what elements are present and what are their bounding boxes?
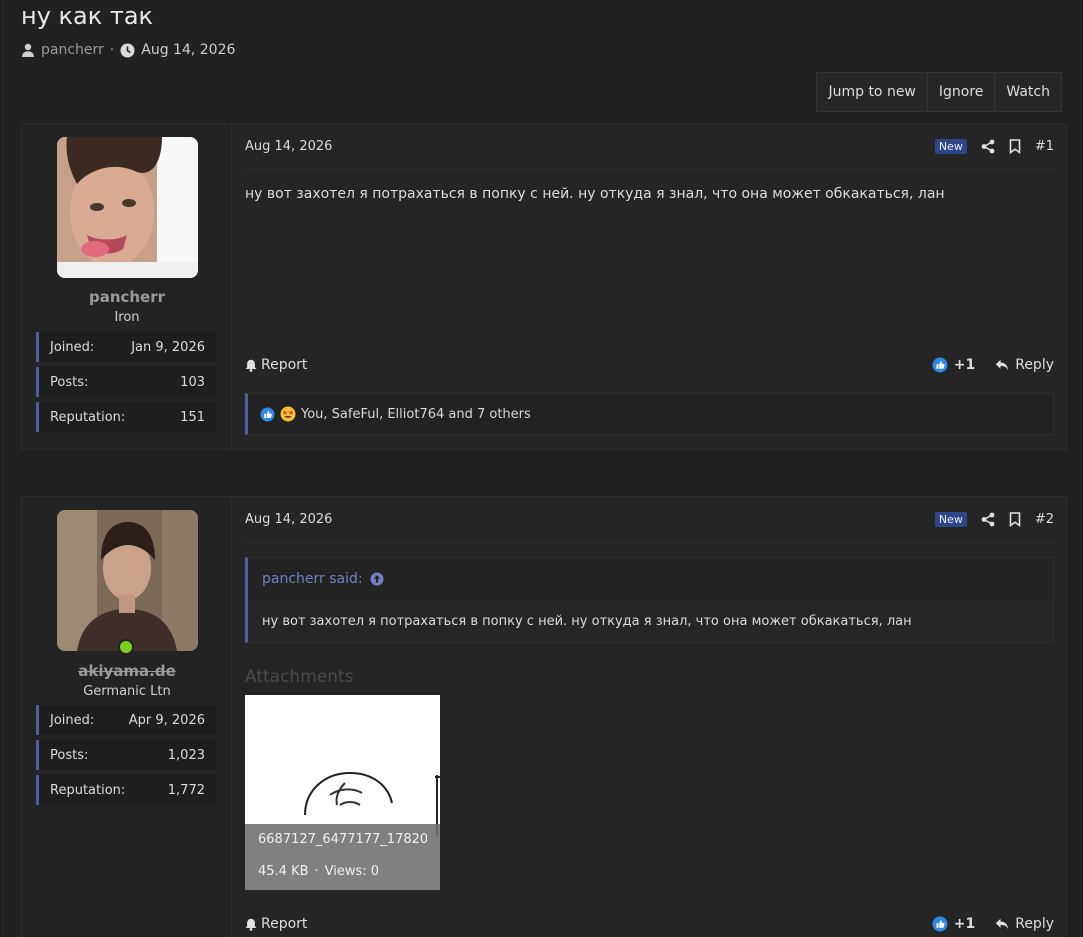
- reactions-text[interactable]: You, SafeFul, Elliot764 and 7 others: [301, 407, 531, 422]
- user-stats: Joined: Jan 9, 2026 Posts: 103 Reputatio…: [36, 332, 216, 437]
- reaction-count: +1: [953, 916, 976, 932]
- post-footer-actions: +1 Reply: [932, 357, 1054, 373]
- user-icon: [21, 43, 35, 57]
- meta-separator: ·: [109, 42, 115, 58]
- thread-date[interactable]: Aug 14, 2026: [141, 42, 235, 58]
- meta-separator: ·: [314, 864, 319, 879]
- arrow-up-circle-icon[interactable]: [370, 571, 384, 587]
- attachment-meta: 45.4 KB · Views: 0: [258, 864, 427, 879]
- post-1: pancherr Iron Joined: Jan 9, 2026 Posts:…: [21, 123, 1067, 450]
- stat-posts: Posts: 1,023: [36, 740, 216, 770]
- stat-value: Apr 9, 2026: [128, 712, 205, 728]
- post-number[interactable]: #1: [1035, 139, 1054, 154]
- stat-reputation: Reputation: 151: [36, 402, 216, 432]
- stat-joined: Joined: Jan 9, 2026: [36, 332, 216, 362]
- reply-button[interactable]: Reply: [1015, 916, 1054, 932]
- stat-value: 103: [180, 374, 205, 390]
- stat-label: Joined:: [50, 712, 95, 728]
- report-label: Report: [261, 916, 308, 932]
- report-label: Report: [261, 357, 308, 373]
- post-main: Aug 14, 2026 New #1 ну вот захотел я пот…: [233, 124, 1066, 449]
- post-main: Aug 14, 2026 New #2 pancherr said: ну во…: [233, 497, 1066, 937]
- stat-label: Posts:: [50, 374, 89, 390]
- star-struck-icon: [280, 406, 296, 422]
- reply-button[interactable]: Reply: [1015, 357, 1054, 373]
- reply-icon[interactable]: [995, 357, 1009, 373]
- post-footer-actions: +1 Reply: [932, 916, 1054, 932]
- post-header: Aug 14, 2026 New #1: [245, 124, 1054, 170]
- thread-actions: Jump to new Ignore Watch: [816, 72, 1062, 112]
- stat-joined: Joined: Apr 9, 2026: [36, 705, 216, 735]
- avatar[interactable]: [57, 510, 198, 651]
- stat-value: Jan 9, 2026: [131, 339, 205, 355]
- quote-block: pancherr said: ну вот захотел я потрахат…: [245, 557, 1054, 643]
- report-link[interactable]: Report: [245, 357, 307, 373]
- post-user-cell: akiyama.de Germanic Ltn Joined: Apr 9, 2…: [22, 497, 232, 937]
- ignore-button[interactable]: Ignore: [928, 73, 996, 111]
- thread-meta: pancherr · Aug 14, 2026: [21, 41, 235, 59]
- user-stats: Joined: Apr 9, 2026 Posts: 1,023 Reputat…: [36, 705, 216, 810]
- share-icon[interactable]: [981, 139, 995, 154]
- post-user-cell: pancherr Iron Joined: Jan 9, 2026 Posts:…: [22, 124, 232, 449]
- stat-value: 1,772: [167, 782, 205, 798]
- username[interactable]: akiyama.de: [22, 662, 232, 680]
- reaction-count: +1: [953, 357, 976, 373]
- post-number[interactable]: #2: [1035, 512, 1054, 527]
- report-link[interactable]: Report: [245, 916, 307, 932]
- stat-posts: Posts: 103: [36, 367, 216, 397]
- post-header-actions: New #1: [934, 139, 1054, 154]
- username[interactable]: pancherr: [22, 288, 232, 306]
- post-footer: Report +1 Reply: [245, 354, 1054, 376]
- jump-to-new-button[interactable]: Jump to new: [817, 73, 928, 111]
- attachment-size: 45.4 KB: [258, 864, 309, 879]
- post-header-actions: New #2: [934, 512, 1054, 527]
- post-header: Aug 14, 2026 New #2: [245, 497, 1054, 543]
- new-badge: New: [934, 512, 967, 527]
- stat-value: 151: [180, 409, 205, 425]
- thread-page: ну как так pancherr · Aug 14, 2026 Jump …: [2, 0, 1081, 937]
- bookmark-icon[interactable]: [1009, 139, 1021, 154]
- quote-author[interactable]: pancherr said:: [262, 571, 363, 587]
- thread-title: ну как так: [21, 2, 154, 30]
- reactions-bar[interactable]: You, SafeFul, Elliot764 and 7 others: [245, 393, 1054, 435]
- stat-value: 1,023: [167, 747, 205, 763]
- stat-label: Reputation:: [50, 782, 126, 798]
- stat-label: Posts:: [50, 747, 89, 763]
- attachments-label: Attachments: [245, 667, 354, 687]
- attachment-filename: 6687127_6477177_17820...: [258, 832, 427, 847]
- reply-icon[interactable]: [995, 916, 1009, 932]
- like-icon[interactable]: [932, 357, 948, 373]
- bookmark-icon[interactable]: [1009, 512, 1021, 527]
- bell-icon: [245, 916, 257, 932]
- post-2: akiyama.de Germanic Ltn Joined: Apr 9, 2…: [21, 496, 1067, 937]
- user-title: Iron: [114, 310, 140, 325]
- quote-header[interactable]: pancherr said:: [248, 558, 1053, 600]
- quote-text: ну вот захотел я потрахаться в попку с н…: [248, 600, 1053, 642]
- stat-label: Reputation:: [50, 409, 126, 425]
- attachment-thumbnail[interactable]: 6687127_6477177_17820... 45.4 KB · Views…: [245, 695, 440, 890]
- bell-icon: [245, 357, 257, 373]
- stat-reputation: Reputation: 1,772: [36, 775, 216, 805]
- watch-button[interactable]: Watch: [995, 73, 1061, 111]
- share-icon[interactable]: [981, 512, 995, 527]
- post-date[interactable]: Aug 14, 2026: [245, 512, 332, 527]
- like-icon[interactable]: [932, 916, 948, 932]
- stat-label: Joined:: [50, 339, 95, 355]
- new-badge: New: [934, 139, 967, 154]
- clock-icon: [120, 43, 135, 58]
- thread-author[interactable]: pancherr: [41, 42, 104, 58]
- post-body: ну вот захотел я потрахаться в попку с н…: [245, 186, 945, 202]
- post-footer: Report +1 Reply: [245, 913, 1054, 935]
- attachment-info: 6687127_6477177_17820... 45.4 KB · Views…: [245, 824, 440, 890]
- online-status-dot: [118, 639, 134, 655]
- avatar[interactable]: [57, 137, 198, 278]
- attachment-views: Views: 0: [324, 864, 380, 879]
- user-title: Germanic Ltn: [83, 684, 171, 699]
- like-reaction-icon: [260, 406, 275, 422]
- post-date[interactable]: Aug 14, 2026: [245, 139, 332, 154]
